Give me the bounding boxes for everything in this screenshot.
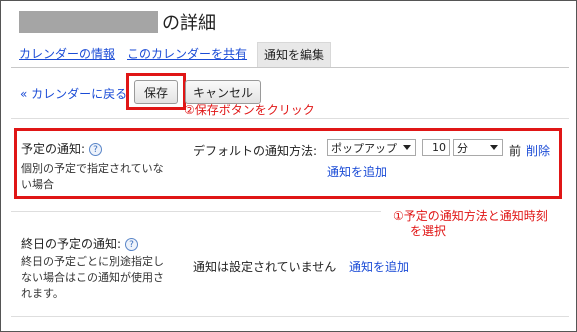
allday-add-notification-link[interactable]: 通知を追加: [349, 258, 409, 275]
page-frame: の詳細 カレンダーの情報 このカレンダーを共有 通知を編集 « カレンダーに戻る…: [0, 0, 577, 332]
description-line: い場合: [21, 178, 54, 191]
page-title: の詳細: [19, 9, 216, 35]
chevron-down-icon: [490, 145, 498, 150]
allday-notification-label: 終日の予定の通知:?: [21, 235, 139, 252]
redacted-calendar-name: [19, 11, 158, 33]
method-annotation-continued: を選択: [410, 224, 447, 238]
allday-notification-label-text: 終日の予定の通知:: [21, 237, 122, 251]
section-divider: [11, 211, 381, 212]
tab-share-calendar[interactable]: このカレンダーを共有: [121, 42, 253, 67]
delete-notification-link[interactable]: 削除: [526, 142, 550, 159]
description-line: 終日の予定ごとに別途指定し: [21, 255, 164, 268]
description-line: れます。: [21, 287, 64, 300]
tab-calendar-info[interactable]: カレンダーの情報: [13, 42, 121, 67]
section-divider: [11, 316, 569, 317]
description-line: ない場合はこの通知が使用さ: [21, 271, 164, 284]
page-title-text: の詳細: [162, 13, 216, 34]
notification-method-select[interactable]: ポップアップ: [327, 139, 416, 156]
back-to-calendar-link[interactable]: « カレンダーに戻る: [20, 85, 127, 102]
tab-bar: カレンダーの情報 このカレンダーを共有 通知を編集: [13, 42, 332, 67]
event-notification-label: 予定の通知:?: [21, 140, 103, 157]
allday-notification-value: 通知は設定されていません: [193, 260, 337, 274]
default-method-label: デフォルトの通知方法:: [193, 144, 318, 158]
allday-notification-description: 終日の予定ごとに別途指定し ない場合はこの通知が使用さ れます。: [21, 254, 164, 302]
event-notification-label-text: 予定の通知:: [21, 142, 86, 156]
notification-unit-select[interactable]: 分: [453, 139, 503, 156]
add-notification-link[interactable]: 通知を追加: [327, 163, 387, 180]
tab-divider: [11, 67, 569, 68]
save-annotation: ②保存ボタンをクリック: [184, 103, 315, 117]
notification-unit-value: 分: [457, 141, 468, 155]
before-label: 前: [509, 144, 522, 158]
help-icon[interactable]: ?: [125, 238, 139, 251]
help-icon[interactable]: ?: [89, 143, 103, 156]
notification-method-value: ポップアップ: [331, 141, 397, 155]
notification-time-input[interactable]: 10: [422, 139, 450, 156]
section-divider: [11, 118, 569, 119]
description-line: 個別の予定で指定されていな: [21, 162, 164, 175]
chevron-down-icon: [403, 145, 411, 150]
save-button[interactable]: 保存: [134, 80, 178, 104]
event-notification-description: 個別の予定で指定されていな い場合: [21, 161, 164, 193]
tab-edit-notifications[interactable]: 通知を編集: [257, 42, 332, 67]
